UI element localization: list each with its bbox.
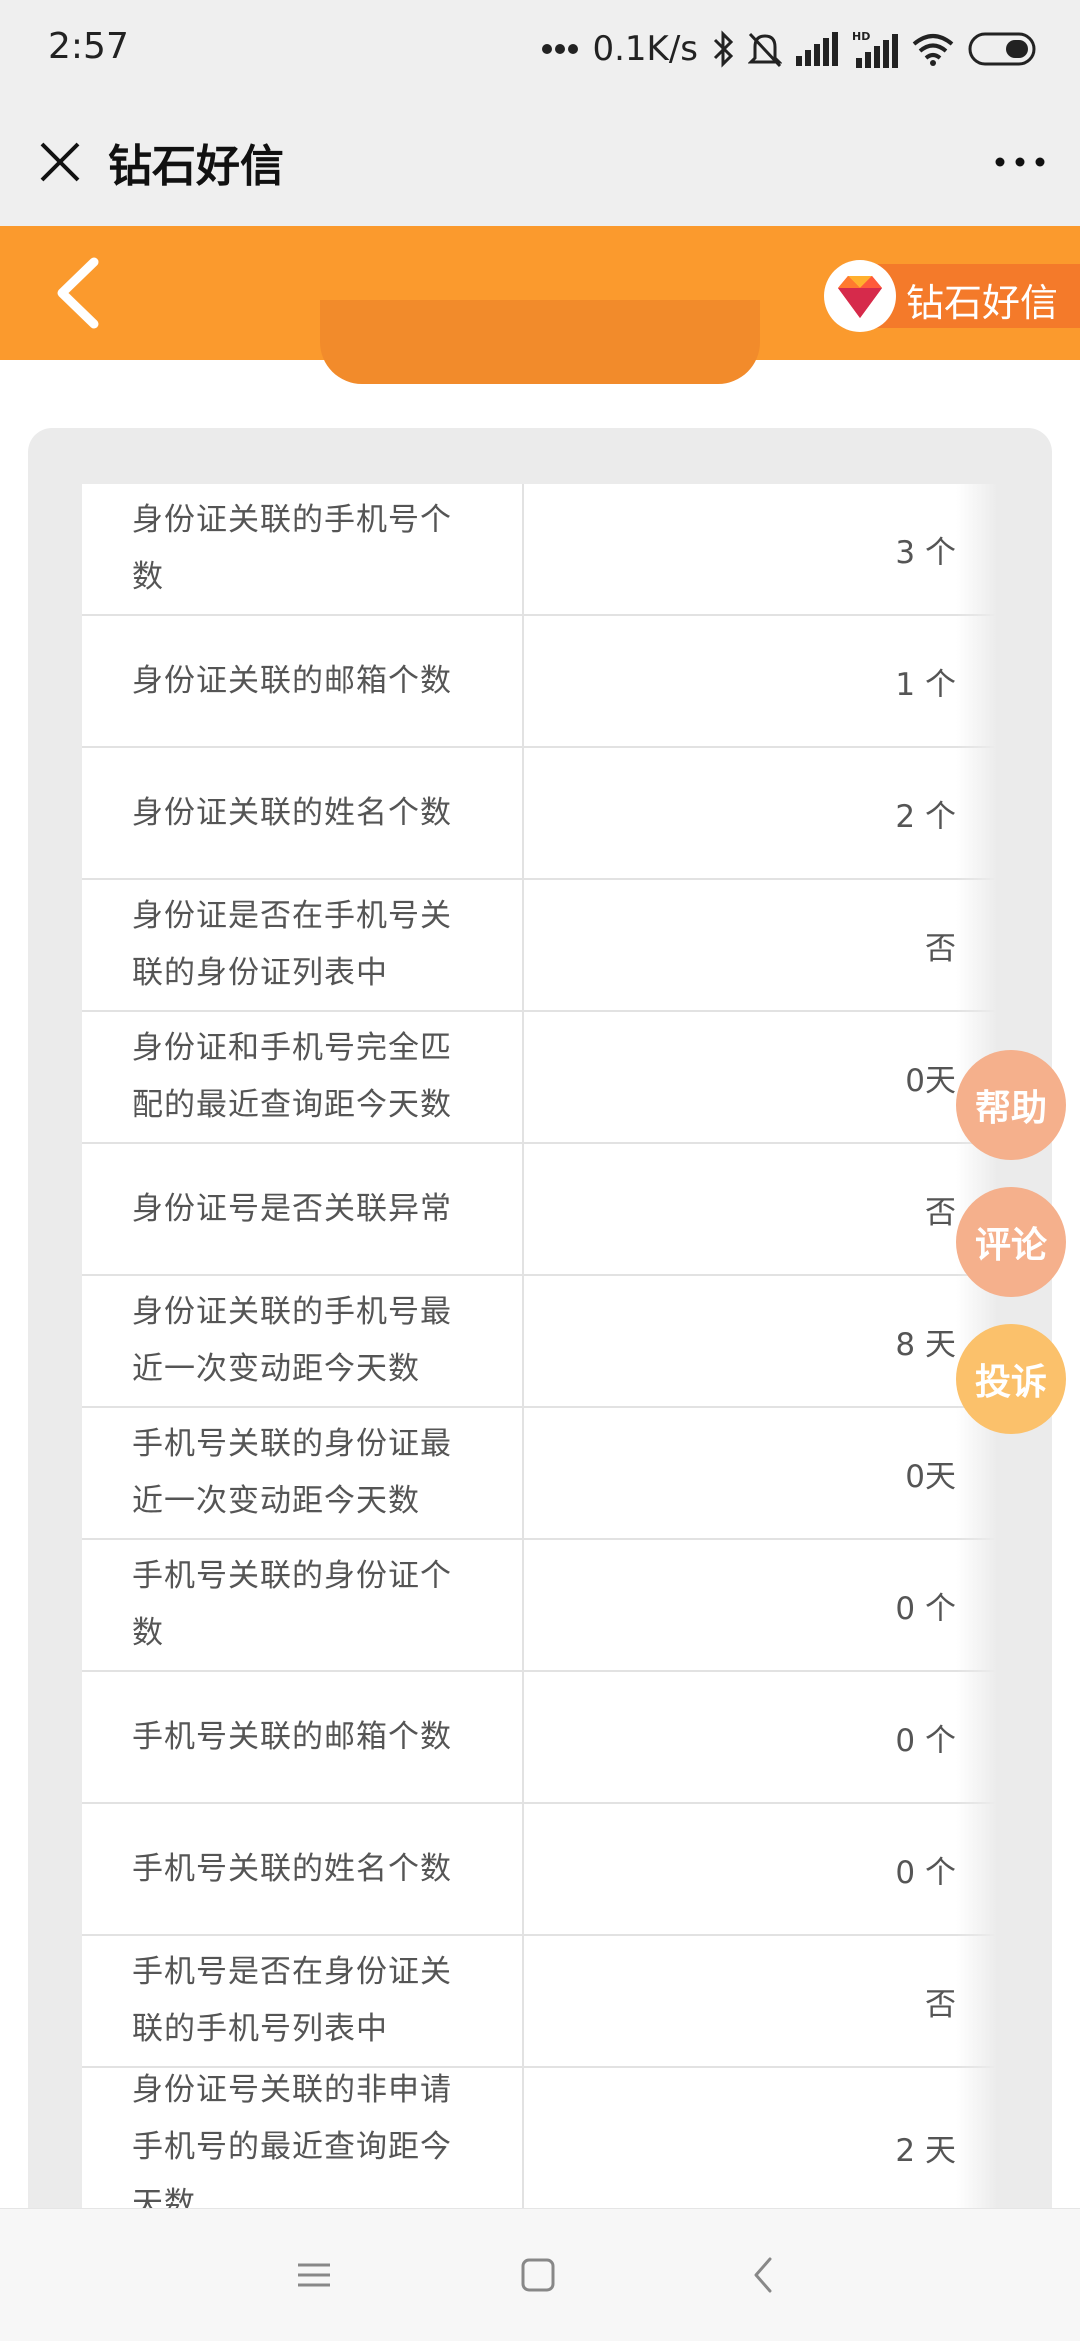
network-speed: 0.1K/s (592, 29, 698, 69)
help-button[interactable]: 帮助 (956, 1050, 1066, 1160)
table-row: 手机号关联的身份证最近一次变动距今天数 0天 (82, 1408, 996, 1540)
row-label: 身份证是否在手机号关联的身份证列表中 (82, 880, 524, 1010)
row-value: 8 天 (895, 1326, 956, 1363)
row-value: 1 个 (895, 666, 956, 703)
row-label: 身份证号是否关联异常 (82, 1144, 524, 1274)
more-dots-icon (542, 44, 579, 54)
close-icon (40, 142, 80, 182)
status-bar: 2:57 0.1K/s HD (0, 0, 1080, 100)
battery-icon (968, 32, 1036, 66)
table-row: 身份证和手机号完全匹配的最近查询距今天数 0天 (82, 1012, 996, 1144)
signal-icon (796, 32, 838, 66)
row-label: 手机号关联的身份证个数 (82, 1540, 524, 1670)
row-value: 0天 (905, 1458, 956, 1495)
info-table: 身份证关联的手机号个数 3 个 身份证关联的邮箱个数 1 个 身份证关联的姓名个… (82, 484, 996, 2214)
brand-badge: 钻石好信 (824, 260, 1080, 332)
row-value: 2 天 (895, 2132, 956, 2169)
tab-indicator (320, 300, 760, 384)
table-row: 身份证关联的手机号最近一次变动距今天数 8 天 (82, 1276, 996, 1408)
mute-bell-icon (748, 32, 782, 68)
brand-text: 钻石好信 (906, 281, 1059, 325)
row-label: 身份证关联的手机号个数 (82, 484, 524, 614)
table-row: 身份证号是否关联异常 否 (82, 1144, 996, 1276)
row-label: 手机号关联的姓名个数 (82, 1804, 524, 1934)
app-header: 钻石好信 (0, 100, 1080, 226)
page-title: 钻石好信 (108, 141, 284, 192)
more-icon (995, 157, 1045, 167)
row-value: 0 个 (895, 1722, 956, 1759)
row-value: 0 个 (895, 1854, 956, 1891)
home-square-icon (521, 2258, 555, 2292)
row-label: 身份证和手机号完全匹配的最近查询距今天数 (82, 1012, 524, 1142)
row-label: 手机号是否在身份证关联的手机号列表中 (82, 1936, 524, 2066)
complaint-button[interactable]: 投诉 (956, 1324, 1066, 1434)
row-value: 否 (925, 930, 956, 967)
status-time: 2:57 (48, 26, 129, 67)
close-button[interactable] (28, 130, 92, 194)
row-value: 0 个 (895, 1590, 956, 1627)
row-label: 手机号关联的身份证最近一次变动距今天数 (82, 1408, 524, 1538)
svg-text:HD: HD (852, 30, 870, 43)
menu-button[interactable] (290, 2251, 338, 2299)
row-value: 3 个 (895, 534, 956, 571)
table-row: 身份证是否在手机号关联的身份证列表中 否 (82, 880, 996, 1012)
row-label: 手机号关联的邮箱个数 (82, 1672, 524, 1802)
row-value: 0天 (905, 1062, 956, 1099)
home-button[interactable] (514, 2251, 562, 2299)
bluetooth-icon (713, 30, 734, 68)
table-row: 手机号关联的身份证个数 0 个 (82, 1540, 996, 1672)
table-row: 身份证号关联的非申请手机号的最近查询距今天数 2 天 (82, 2068, 996, 2214)
back-triangle-icon (754, 2257, 772, 2293)
menu-icon (298, 2263, 330, 2287)
row-label: 身份证关联的姓名个数 (82, 748, 524, 878)
table-row: 手机号关联的邮箱个数 0 个 (82, 1672, 996, 1804)
row-value: 否 (925, 1986, 956, 2023)
table-row: 身份证关联的邮箱个数 1 个 (82, 616, 996, 748)
table-row: 身份证关联的手机号个数 3 个 (82, 484, 996, 616)
row-value: 否 (925, 1194, 956, 1231)
hd-signal-icon: HD (852, 30, 898, 68)
more-button[interactable] (984, 130, 1056, 194)
comment-button[interactable]: 评论 (956, 1187, 1066, 1297)
row-label: 身份证关联的手机号最近一次变动距今天数 (82, 1276, 524, 1406)
row-value: 2 个 (895, 798, 956, 835)
system-back-button[interactable] (740, 2251, 788, 2299)
status-icons: 0.1K/s HD (542, 26, 1040, 72)
diamond-icon (824, 260, 896, 332)
table-row: 身份证关联的姓名个数 2 个 (82, 748, 996, 880)
chevron-left-icon (57, 257, 99, 329)
row-label: 身份证号关联的非申请手机号的最近查询距今天数 (82, 2068, 524, 2214)
table-row: 手机号关联的姓名个数 0 个 (82, 1804, 996, 1936)
wifi-icon (912, 34, 954, 66)
system-nav-bar (0, 2208, 1080, 2341)
table-row: 手机号是否在身份证关联的手机号列表中 否 (82, 1936, 996, 2068)
row-label: 身份证关联的邮箱个数 (82, 616, 524, 746)
back-button[interactable] (48, 256, 108, 330)
